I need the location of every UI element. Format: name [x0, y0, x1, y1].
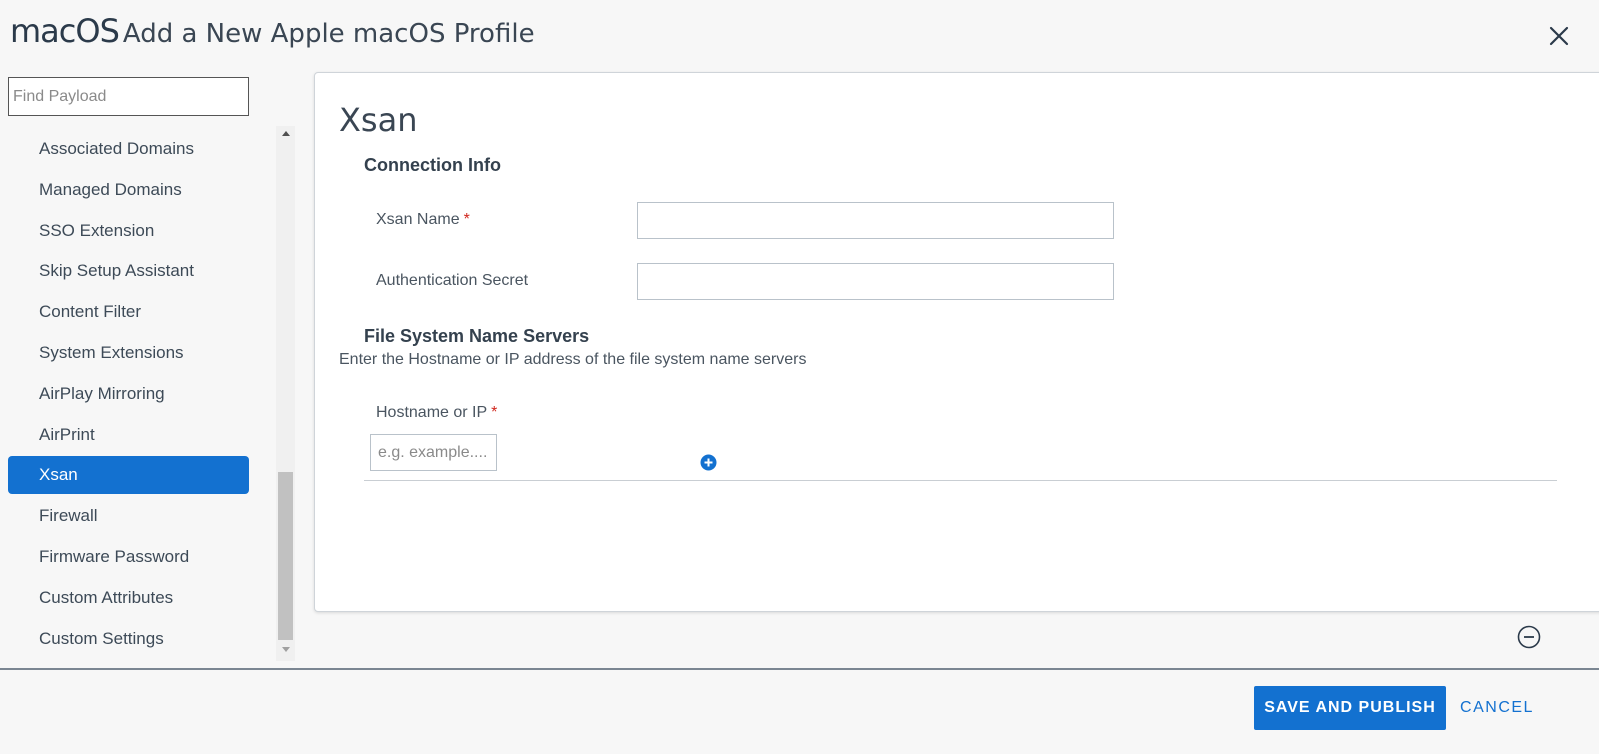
xsan-payload-card: Xsan Connection Info Xsan Name * Authenti…	[314, 72, 1599, 612]
name-servers-hint: Enter the Hostname or IP address of the …	[339, 351, 807, 368]
close-icon[interactable]	[1547, 24, 1571, 48]
cancel-button[interactable]: CANCEL	[1455, 686, 1539, 730]
auth-secret-label: Authentication Secret	[376, 272, 529, 289]
required-marker: *	[491, 404, 498, 421]
remove-circle-icon[interactable]	[1517, 625, 1541, 649]
scroll-down-arrow-icon[interactable]	[276, 645, 295, 657]
page-header: macOS Add a New Apple macOS Profile	[10, 12, 535, 52]
xsan-name-label: Xsan Name *	[376, 211, 470, 229]
macos-logo: macOS	[10, 12, 120, 50]
sidebar-item-custom-attributes[interactable]: Custom Attributes	[8, 579, 249, 617]
hostname-label-text: Hostname or IP	[376, 404, 488, 421]
hostname-label: Hostname or IP *	[376, 404, 497, 422]
required-marker: *	[463, 211, 470, 228]
sidebar-item-airprint[interactable]: AirPrint	[8, 416, 249, 454]
sidebar-item-firewall[interactable]: Firewall	[8, 497, 249, 535]
scrollbar-thumb[interactable]	[278, 472, 293, 640]
connection-info-heading: Connection Info	[364, 155, 501, 175]
payload-list: Associated Domains Managed Domains SSO E…	[8, 130, 249, 660]
section-divider	[364, 480, 1557, 481]
name-servers-heading: File System Name Servers	[364, 326, 590, 346]
sidebar-item-content-filter[interactable]: Content Filter	[8, 293, 249, 331]
hostname-input[interactable]	[370, 434, 497, 471]
sidebar-item-managed-domains[interactable]: Managed Domains	[8, 171, 249, 209]
save-and-publish-button[interactable]: SAVE AND PUBLISH	[1254, 686, 1446, 730]
page-title: Add a New Apple macOS Profile	[122, 19, 535, 49]
sidebar-item-airplay-mirroring[interactable]: AirPlay Mirroring	[8, 375, 249, 413]
sidebar-scrollbar[interactable]	[276, 126, 295, 661]
sidebar-item-sso-extension[interactable]: SSO Extension	[8, 212, 249, 250]
sidebar-item-custom-settings[interactable]: Custom Settings	[8, 620, 249, 658]
scroll-up-arrow-icon[interactable]	[276, 130, 295, 142]
find-payload-input[interactable]	[8, 77, 249, 116]
auth-secret-input[interactable]	[637, 263, 1114, 300]
sidebar-item-skip-setup-assistant[interactable]: Skip Setup Assistant	[8, 252, 249, 290]
add-circle-icon[interactable]	[700, 454, 717, 471]
sidebar-item-associated-domains[interactable]: Associated Domains	[8, 130, 249, 168]
sidebar-item-system-extensions[interactable]: System Extensions	[8, 334, 249, 372]
sidebar-item-firmware-password[interactable]: Firmware Password	[8, 538, 249, 576]
sidebar-item-xsan[interactable]: Xsan	[8, 456, 249, 495]
xsan-name-input[interactable]	[637, 202, 1114, 239]
payload-title: Xsan	[339, 101, 418, 139]
xsan-name-label-text: Xsan Name	[376, 211, 460, 228]
